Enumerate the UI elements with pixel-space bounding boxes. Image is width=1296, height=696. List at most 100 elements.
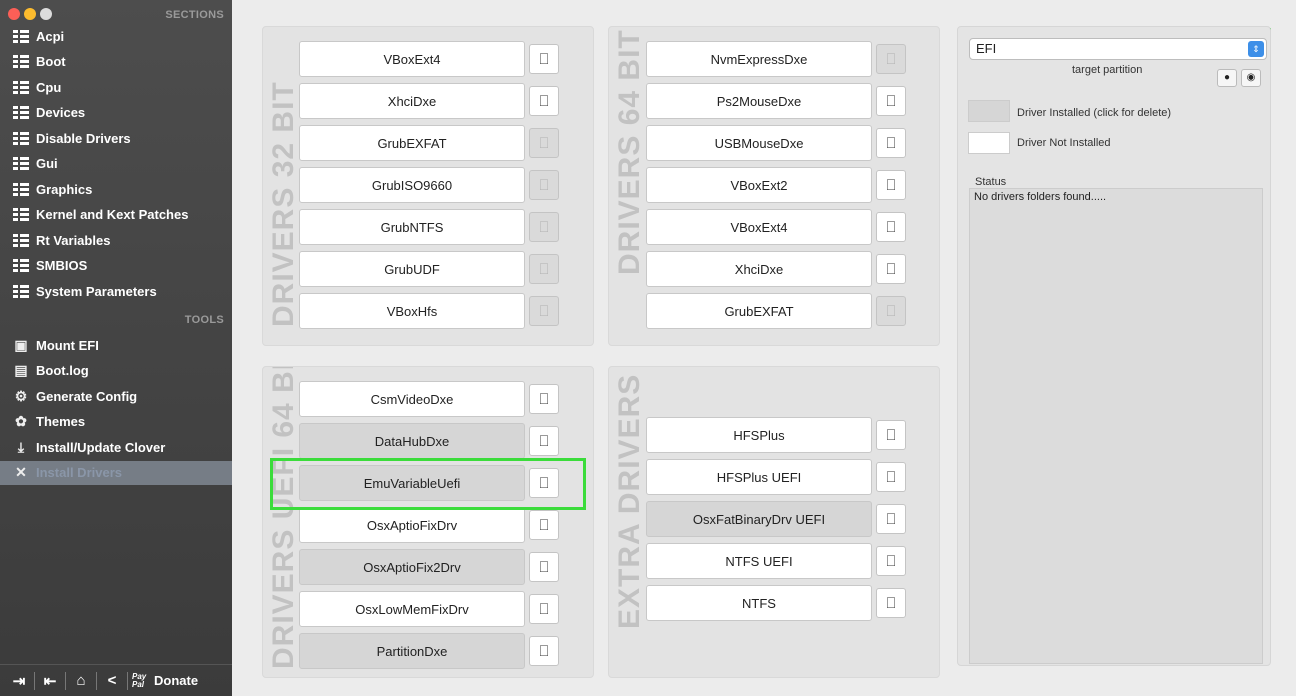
book-icon[interactable]: ⎕ [529,170,559,200]
target-partition-select[interactable]: EFI ⇕ [969,38,1267,60]
driver-button-ntfs[interactable]: NTFS [646,585,872,621]
driver-button-hfsplus[interactable]: HFSPlus [646,417,872,453]
book-icon[interactable]: ⎕ [876,170,906,200]
book-icon[interactable]: ⎕ [876,296,906,326]
target-partition-caption: target partition [1072,64,1143,76]
book-icon[interactable]: ⎕ [529,552,559,582]
book-icon[interactable]: ⎕ [529,86,559,116]
toolbar-divider [34,671,35,690]
driver-button-grubntfs[interactable]: GrubNTFS [299,209,525,245]
list-icon [12,28,30,44]
book-icon[interactable]: ⎕ [529,636,559,666]
driver-button-grubiso9660[interactable]: GrubISO9660 [299,167,525,203]
sidebar-item-label: Acpi [36,28,65,44]
driver-button-osxaptiofixdrv[interactable]: OsxAptioFixDrv [299,507,525,543]
book-icon[interactable]: ⎕ [529,594,559,624]
gear-icon: ⚙ [14,387,28,404]
sidebar-item-boot-log[interactable]: ▤ Boot.log [12,359,226,383]
book-icon[interactable]: ⎕ [876,212,906,242]
book-icon[interactable]: ⎕ [876,128,906,158]
driver-button-grubudf[interactable]: GrubUDF [299,251,525,287]
zoom-window-button[interactable] [40,8,52,20]
driver-button-partitiondxe[interactable]: PartitionDxe [299,633,525,669]
driver-button-datahubdxe[interactable]: DataHubDxe [299,423,525,459]
sidebar-item-gui[interactable]: Gui [12,152,226,176]
book-icon[interactable]: ⎕ [529,212,559,242]
driver-button-csmvideodxe[interactable]: CsmVideoDxe [299,381,525,417]
sidebar-item-themes[interactable]: ✿ Themes [12,410,226,434]
driver-button-xhcidxe[interactable]: XhciDxe [646,251,872,287]
list-icon [12,54,30,70]
book-icon[interactable]: ⎕ [529,254,559,284]
drivers-64-title: DRIVERS 64 BIT [613,29,646,275]
sidebar-item-install-drivers[interactable]: ✕ Install Drivers [0,460,232,485]
sidebar-item-label: Kernel and Kext Patches [36,207,189,222]
sidebar-item-label: Graphics [36,181,93,197]
chevron-updown-icon: ⇕ [1248,41,1264,57]
minimize-window-button[interactable] [24,8,36,20]
book-icon[interactable]: ⎕ [529,128,559,158]
book-icon[interactable]: ⎕ [529,296,559,326]
home-icon[interactable]: ⌂ [70,672,92,689]
export-icon[interactable]: ⇤ [39,672,61,690]
driver-button-xhcidxe[interactable]: XhciDxe [299,83,525,119]
book-icon[interactable]: ⎕ [876,420,906,450]
sections-title: SECTIONS [165,9,224,21]
import-icon[interactable]: ⇥ [8,672,30,690]
mount-button[interactable]: ● [1217,69,1237,87]
sidebar-item-disable-drivers[interactable]: Disable Drivers [12,126,226,150]
sidebar-item-devices[interactable]: Devices [12,101,226,125]
sidebar-item-cpu[interactable]: Cpu [12,75,226,99]
book-icon[interactable]: ⎕ [529,510,559,540]
share-icon[interactable]: < [101,672,123,689]
book-icon[interactable]: ⎕ [876,254,906,284]
sidebar-item-install-update-clover[interactable]: ⤓ Install/Update Clover [12,435,226,459]
sidebar-item-label: Install/Update Clover [36,439,166,455]
donate-button[interactable]: Donate [154,673,198,688]
driver-button-usbmousedxe[interactable]: USBMouseDxe [646,125,872,161]
download-icon: ⤓ [17,438,25,455]
sidebar-item-kernel-and-kext-patches[interactable]: Kernel and Kext Patches [12,203,226,227]
book-icon[interactable]: ⎕ [876,588,906,618]
driver-button-osxaptiofix2drv[interactable]: OsxAptioFix2Drv [299,549,525,585]
sidebar-item-smbios[interactable]: SMBIOS [12,254,226,278]
driver-button-vboxext4[interactable]: VBoxExt4 [646,209,872,245]
refresh-button[interactable]: ◉ [1241,69,1261,87]
book-icon[interactable]: ⎕ [529,44,559,74]
driver-button-grubexfat[interactable]: GrubEXFAT [299,125,525,161]
book-icon[interactable]: ⎕ [876,86,906,116]
sidebar-item-acpi[interactable]: Acpi [12,24,226,48]
status-text: No drivers folders found..... [974,191,1107,203]
sidebar-item-rt-variables[interactable]: Rt Variables [12,228,226,252]
toolbar-divider [127,671,128,690]
book-icon[interactable]: ⎕ [529,426,559,456]
driver-button-hfsplus-uefi[interactable]: HFSPlus UEFI [646,459,872,495]
legend-installed-label: Driver Installed (click for delete) [1017,107,1172,119]
book-icon[interactable]: ⎕ [529,384,559,414]
driver-button-osxlowmemfixdrv[interactable]: OsxLowMemFixDrv [299,591,525,627]
driver-button-osxfatbinarydrv-uefi[interactable]: OsxFatBinaryDrv UEFI [646,501,872,537]
book-icon[interactable]: ⎕ [876,44,906,74]
sidebar-item-label: Gui [36,156,58,171]
driver-button-vboxext2[interactable]: VBoxExt2 [646,167,872,203]
legend-not-installed-swatch [968,132,1010,154]
driver-button-nvmexpressdxe[interactable]: NvmExpressDxe [646,41,872,77]
sidebar-item-mount-efi[interactable]: ▣ Mount EFI [12,333,226,357]
book-icon[interactable]: ⎕ [876,504,906,534]
driver-button-vboxhfs[interactable]: VBoxHfs [299,293,525,329]
driver-button-ps2mousedxe[interactable]: Ps2MouseDxe [646,83,872,119]
list-icon [12,181,30,197]
driver-button-grubexfat[interactable]: GrubEXFAT [646,293,872,329]
book-icon[interactable]: ⎕ [876,546,906,576]
driver-button-ntfs-uefi[interactable]: NTFS UEFI [646,543,872,579]
sidebar-item-boot[interactable]: Boot [12,50,226,74]
sidebar-item-generate-config[interactable]: ⚙ Generate Config [12,384,226,408]
close-window-button[interactable] [8,8,20,20]
paypal-icon[interactable]: Pay Pal [132,672,150,689]
sidebar-item-system-parameters[interactable]: System Parameters [12,279,226,303]
bottom-toolbar: ⇥ ⇤ ⌂ < Pay Pal Donate [0,664,232,696]
book-icon[interactable]: ⎕ [876,462,906,492]
sidebar-item-label: Install Drivers [36,465,122,480]
driver-button-vboxext4[interactable]: VBoxExt4 [299,41,525,77]
sidebar-item-graphics[interactable]: Graphics [12,177,226,201]
